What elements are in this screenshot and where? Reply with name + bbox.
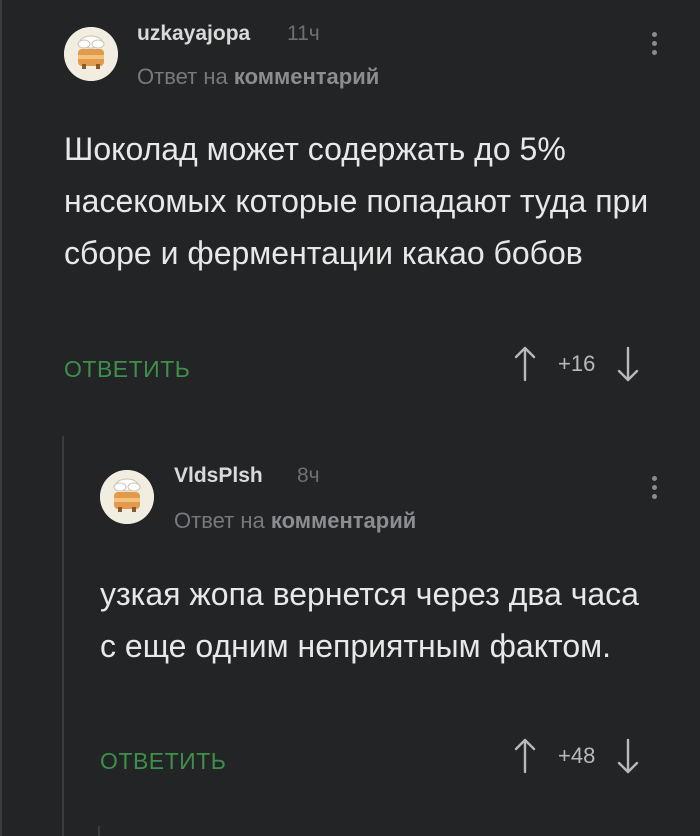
cake-avatar-icon [64,27,118,81]
reply-target-link[interactable]: комментарий [271,508,416,533]
more-vertical-icon[interactable] [644,28,664,68]
more-vertical-icon[interactable] [644,472,664,512]
reply-context: Ответ на комментарий [137,64,379,90]
vote-controls: +16 [514,346,639,382]
timestamp: 8ч [297,464,320,487]
user-avatar[interactable] [100,470,154,524]
vote-controls: +48 [514,738,639,774]
username[interactable]: VldsPlsh [174,464,263,488]
reply-button[interactable]: ОТВЕТИТЬ [64,356,190,383]
rating-value: +48 [558,743,596,768]
rating-value: +16 [558,351,596,376]
reply-prefix: Ответ на [174,508,265,533]
reply-context: Ответ на комментарий [174,508,416,534]
comment: uzkayajopa 11ч Ответ на комментарий Шоко… [0,0,700,420]
comment-body: узкая жопа вернется через два часа с еще… [100,576,639,664]
arrow-up-icon[interactable] [514,738,536,774]
reply-target-link[interactable]: комментарий [234,64,379,89]
cake-avatar-icon [100,470,154,524]
reply-button[interactable]: ОТВЕТИТЬ [100,748,226,775]
arrow-up-icon[interactable] [514,346,536,382]
thread-line-child [98,826,100,836]
reply-prefix: Ответ на [137,64,228,89]
arrow-down-icon[interactable] [617,738,639,774]
comment-reply: VldsPlsh 8ч Ответ на комментарий узкая ж… [0,420,700,820]
timestamp: 11ч [287,22,320,45]
username[interactable]: uzkayajopa [137,22,250,46]
arrow-down-icon[interactable] [617,346,639,382]
comment-body: Шоколад может содержать до 5% насекомых … [64,131,649,271]
user-avatar[interactable] [64,27,118,81]
